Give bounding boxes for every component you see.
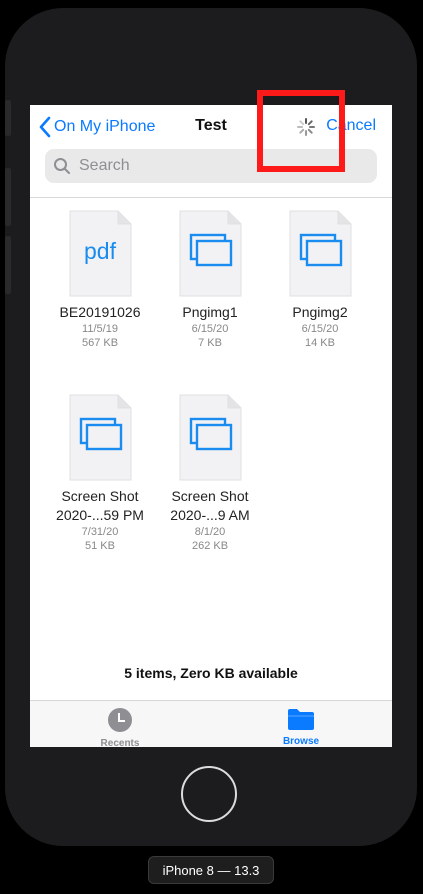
file-date: 8/1/20 <box>194 526 226 538</box>
folder-icon <box>288 709 314 730</box>
back-button-label: On My iPhone <box>54 118 156 135</box>
file-date: 11/5/19 <box>82 323 118 335</box>
clock-icon <box>108 708 132 732</box>
file-size: 262 KB <box>191 540 229 552</box>
tab-recents[interactable]: Recents <box>75 707 165 747</box>
file-item[interactable]: Screen Shot 2020-...59 PM 7/31/20 51 KB <box>45 394 155 553</box>
file-date: 6/15/20 <box>301 323 339 335</box>
pdf-file-icon: pdf <box>68 210 132 297</box>
tab-label: Browse <box>282 736 320 747</box>
file-item[interactable]: pdf BE20191026 11/5/19 567 KB <box>45 210 155 350</box>
file-item[interactable]: Pngimg1 6/15/20 7 KB <box>155 210 265 350</box>
search-icon <box>54 158 70 174</box>
file-name: Pngimg2 <box>292 304 348 320</box>
file-name-line2: 2020-...59 PM <box>56 507 144 523</box>
divider <box>30 197 392 198</box>
file-name: Pngimg1 <box>182 304 238 320</box>
file-date: 7/31/20 <box>81 526 119 538</box>
file-item[interactable]: Screen Shot 2020-...9 AM 8/1/20 262 KB <box>155 394 265 553</box>
file-item[interactable]: Pngimg2 6/15/20 14 KB <box>265 210 375 350</box>
file-size: 14 KB <box>305 337 335 349</box>
file-date: 6/15/20 <box>191 323 229 335</box>
image-file-icon <box>178 394 242 481</box>
mute-switch <box>5 100 11 136</box>
file-size: 51 KB <box>85 540 115 552</box>
file-size: 7 KB <box>198 337 222 349</box>
highlight-box <box>257 90 345 172</box>
screen: On My iPhone Test Cancel Search pdf BE20… <box>30 105 392 747</box>
volume-up-button <box>5 168 11 226</box>
file-name: Screen Shot <box>61 488 139 504</box>
image-file-icon <box>178 210 242 297</box>
file-name: Screen Shot <box>171 488 249 504</box>
home-button[interactable] <box>181 766 237 822</box>
back-button[interactable]: On My iPhone <box>38 116 155 138</box>
pdf-icon-label: pdf <box>84 238 116 264</box>
image-file-icon <box>68 394 132 481</box>
tab-label: Recents <box>100 738 140 747</box>
tab-browse[interactable]: Browse <box>256 707 346 747</box>
chevron-left-icon <box>39 116 51 138</box>
file-name-line2: 2020-...9 AM <box>170 507 250 523</box>
file-name: BE20191026 <box>59 304 141 320</box>
item-count-status: 5 items, Zero KB available <box>124 665 298 681</box>
volume-down-button <box>5 236 11 294</box>
tab-bar: Recents Browse <box>30 700 392 747</box>
file-size: 567 KB <box>81 337 119 349</box>
device-label: iPhone 8 — 13.3 <box>148 856 274 884</box>
image-file-icon <box>288 210 352 297</box>
